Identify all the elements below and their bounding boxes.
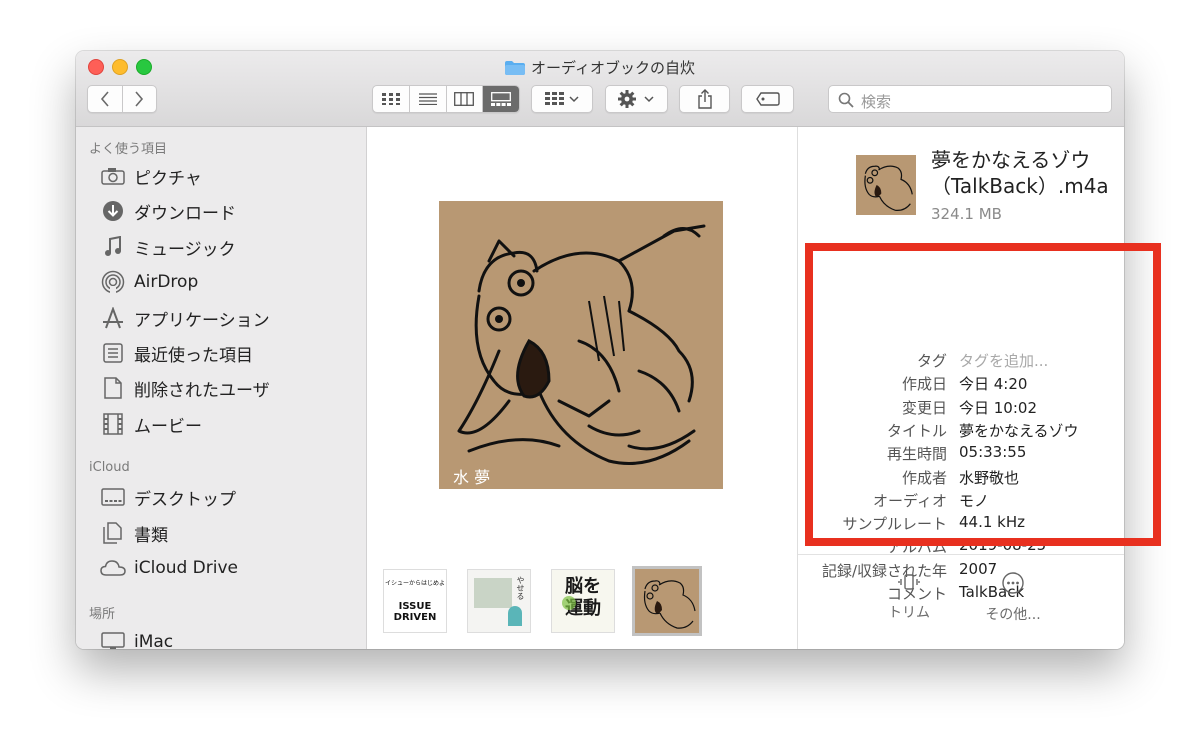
nav-buttons xyxy=(87,85,157,113)
music-note-icon xyxy=(100,235,126,259)
sidebar-item-label: iCloud Drive xyxy=(134,558,239,578)
window-title: オーディオブックの自炊 xyxy=(76,57,1124,78)
tag-button[interactable] xyxy=(741,85,794,113)
sidebar-header-favorites: よく使う項目 xyxy=(89,142,168,157)
group-by-icon xyxy=(545,92,579,105)
sidebar-item-label: ピクチャ xyxy=(134,168,202,189)
sidebar-item-label: ムービー xyxy=(134,416,202,437)
tag-icon xyxy=(755,92,780,106)
sidebar-item-label: デスクトップ xyxy=(134,489,236,510)
camera-icon xyxy=(100,164,126,188)
thumbnail-issue-driven[interactable]: イシューからはじめよ ISSUE DRIVEN xyxy=(383,569,447,633)
sidebar-header-locations: 場所 xyxy=(89,607,116,622)
sidebar-item-applications[interactable]: アプリケーション xyxy=(100,303,360,333)
download-icon xyxy=(100,199,126,223)
metadata-row: 記録/収録された年 2007 xyxy=(798,560,1124,583)
group-by-button[interactable] xyxy=(531,85,593,113)
cover-text: 水 夢 xyxy=(453,468,490,487)
sidebar-item-label: AirDrop xyxy=(134,272,199,292)
sidebar-item-documents[interactable]: 書類 xyxy=(100,518,360,548)
imac-icon xyxy=(100,630,126,649)
thumbnail-top-text: やせる xyxy=(516,576,525,600)
thumbnail-noh-undo[interactable]: 脳を 運動 xyxy=(551,569,615,633)
trim-label: トリム xyxy=(888,605,930,621)
forward-button[interactable] xyxy=(123,86,157,112)
file-name-line2: （TalkBack）.m4a xyxy=(931,174,1109,198)
column-view-icon xyxy=(454,92,475,106)
thumbnail-yume-wo-kanaeru-zou[interactable] xyxy=(632,566,702,636)
file-name: 夢をかなえるゾウ （TalkBack）.m4a xyxy=(931,147,1109,199)
sidebar-item-label: 書類 xyxy=(134,525,168,546)
sidebar-header-icloud: iCloud xyxy=(89,460,130,475)
more-label: その他... xyxy=(985,607,1041,623)
sidebar-item-label: アプリケーション xyxy=(134,310,270,331)
share-button[interactable] xyxy=(679,85,730,113)
trim-icon xyxy=(898,574,920,590)
more-icon xyxy=(1002,572,1024,594)
airdrop-icon xyxy=(100,270,126,294)
file-name-line1: 夢をかなえるゾウ xyxy=(931,148,1091,172)
gallery-preview: 水 夢 イシューからはじめよ ISSUE DRIVEN やせる 脳を 運動 xyxy=(367,127,797,649)
applications-icon xyxy=(100,306,126,330)
back-button[interactable] xyxy=(88,86,123,112)
chevron-right-icon xyxy=(135,91,144,107)
sidebar-item-music[interactable]: ミュージック xyxy=(100,232,360,262)
sidebar-item-movies[interactable]: ムービー xyxy=(100,409,360,439)
toolbar: オーディオブックの自炊 検索 xyxy=(76,51,1124,127)
sidebar-item-imac[interactable]: iMac xyxy=(100,627,360,649)
icon-view-icon xyxy=(381,93,400,105)
sidebar-item-label: iMac xyxy=(134,632,174,649)
thumbnail-big-text: ISSUE DRIVEN xyxy=(393,601,437,623)
album-artwork: 水 夢 xyxy=(439,201,723,489)
highlight-box xyxy=(805,243,1161,546)
view-mode-control xyxy=(372,85,520,113)
gallery-view-icon xyxy=(491,92,512,106)
sidebar: よく使う項目 ピクチャ ダウンロード ミュージック AirDrop アプリケーシ… xyxy=(76,127,367,649)
sidebar-item-label: ダウンロード xyxy=(134,203,236,224)
search-icon xyxy=(838,92,854,108)
file-size: 324.1 MB xyxy=(931,205,1002,223)
folder-icon xyxy=(505,61,526,75)
share-icon xyxy=(697,89,712,109)
film-icon xyxy=(100,412,126,436)
document-icon xyxy=(100,376,126,400)
column-view-button[interactable] xyxy=(447,86,484,112)
window-title-text: オーディオブックの自炊 xyxy=(531,59,695,77)
chevron-left-icon xyxy=(100,91,109,107)
sidebar-item-icloud-drive[interactable]: iCloud Drive xyxy=(100,553,360,583)
trim-button[interactable]: トリム xyxy=(864,572,954,622)
documents-icon xyxy=(100,521,126,545)
sidebar-item-label: 削除されたユーザ xyxy=(134,380,270,401)
gallery-view-button[interactable] xyxy=(483,86,519,112)
thumbnail-art xyxy=(643,580,696,629)
recents-icon xyxy=(100,341,126,365)
list-view-button[interactable] xyxy=(410,86,447,112)
cloud-icon xyxy=(100,556,126,580)
file-thumbnail xyxy=(856,155,916,215)
sidebar-item-airdrop[interactable]: AirDrop xyxy=(100,267,360,297)
sidebar-item-pictures[interactable]: ピクチャ xyxy=(100,161,360,191)
thumbnail-top-text: イシューからはじめよ xyxy=(384,580,445,587)
sidebar-item-desktop[interactable]: デスクトップ xyxy=(100,482,360,512)
desktop-icon xyxy=(100,485,126,509)
list-view-icon xyxy=(418,93,437,105)
sidebar-item-downloads[interactable]: ダウンロード xyxy=(100,196,360,226)
search-field[interactable]: 検索 xyxy=(828,85,1112,113)
thumbnail-big-text: 脳を 運動 xyxy=(565,576,601,619)
gear-icon xyxy=(617,90,654,108)
divider xyxy=(798,554,1124,555)
action-menu-button[interactable] xyxy=(605,85,668,113)
search-placeholder: 検索 xyxy=(861,93,892,111)
sidebar-item-recents[interactable]: 最近使った項目 xyxy=(100,338,360,368)
thumbnail-yaseru[interactable]: やせる xyxy=(467,569,531,633)
more-button[interactable]: その他... xyxy=(968,572,1058,624)
sidebar-item-label: 最近使った項目 xyxy=(134,345,253,366)
metadata-row: コメント TalkBack xyxy=(798,583,1124,606)
icon-view-button[interactable] xyxy=(373,86,410,112)
sidebar-item-deleted-users[interactable]: 削除されたユーザ xyxy=(100,373,360,403)
sidebar-item-label: ミュージック xyxy=(134,239,236,260)
